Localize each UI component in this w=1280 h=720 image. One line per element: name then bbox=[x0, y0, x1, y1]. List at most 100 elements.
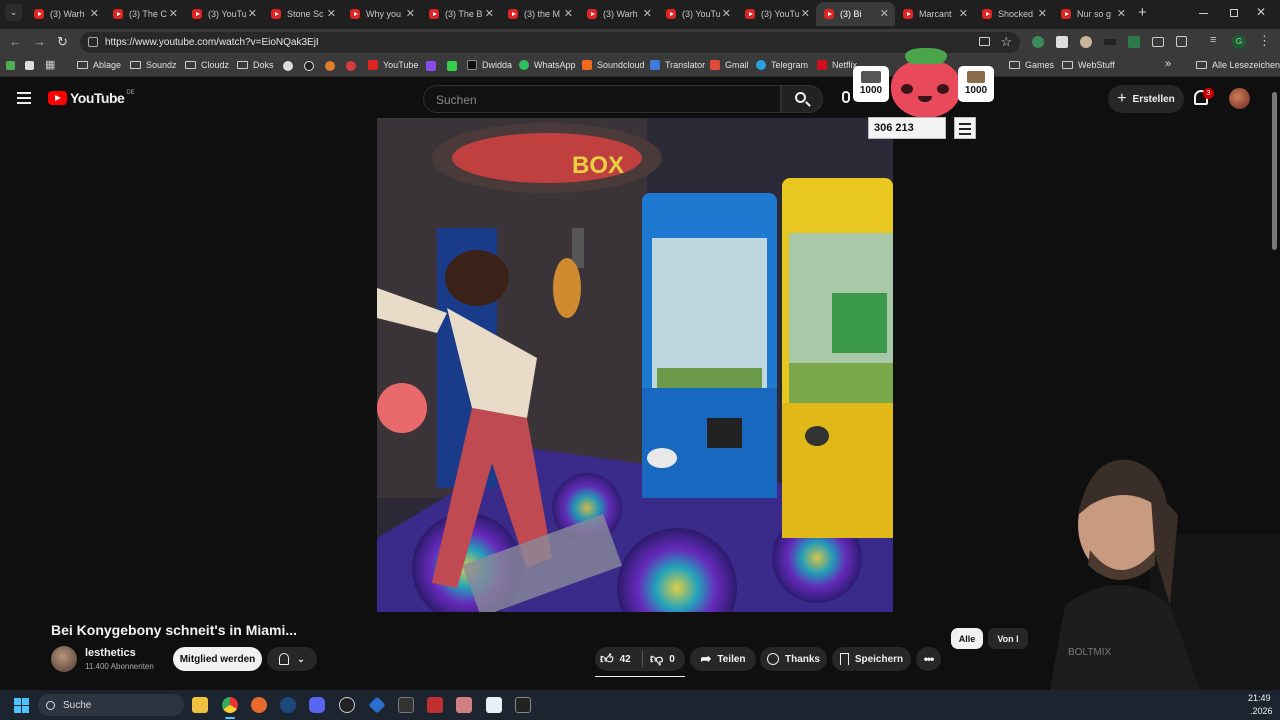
file-explorer-icon[interactable] bbox=[192, 697, 208, 713]
tab-close-icon[interactable]: ✕ bbox=[248, 7, 257, 20]
all-bookmarks[interactable]: Alle Lesezeichen bbox=[1196, 60, 1280, 70]
browser-menu-icon[interactable]: ⋮ bbox=[1258, 33, 1271, 49]
taskbar-search[interactable]: Suche bbox=[38, 694, 184, 716]
forward-icon[interactable]: → bbox=[33, 34, 46, 49]
obs-icon[interactable] bbox=[339, 697, 355, 713]
extension-icon-3[interactable] bbox=[1080, 36, 1092, 48]
windows-start-icon[interactable] bbox=[14, 698, 29, 713]
browser-tab[interactable]: (3) YouTu ✕ bbox=[184, 2, 263, 26]
terminal-icon[interactable] bbox=[515, 697, 531, 713]
channel-name[interactable]: lesthetics bbox=[85, 647, 136, 659]
chip-from-channel[interactable]: Von l bbox=[988, 628, 1028, 649]
audio-app-icon[interactable] bbox=[398, 697, 414, 713]
media-control-icon[interactable]: ≡ bbox=[1210, 34, 1216, 46]
tab-close-icon[interactable]: ✕ bbox=[90, 7, 99, 20]
tab-close-icon[interactable]: ✕ bbox=[485, 7, 494, 20]
browser-tab[interactable]: Shocked ✕ bbox=[974, 2, 1053, 26]
browser-tab[interactable]: Stone Sc ✕ bbox=[263, 2, 342, 26]
bookmark-translator[interactable]: Translator bbox=[650, 60, 705, 70]
browser-tab[interactable]: (3) The B ✕ bbox=[421, 2, 500, 26]
more-actions-button[interactable]: ••• bbox=[916, 647, 941, 671]
channel-avatar[interactable] bbox=[51, 646, 77, 672]
bookmark-icon-c[interactable] bbox=[325, 61, 335, 71]
clock-date[interactable]: .2026 bbox=[1250, 706, 1273, 716]
site-info-icon[interactable] bbox=[88, 37, 98, 47]
tab-close-icon[interactable]: ✕ bbox=[406, 7, 415, 20]
account-avatar[interactable] bbox=[1229, 88, 1250, 109]
install-app-icon[interactable] bbox=[979, 37, 990, 46]
chip-all[interactable]: Alle bbox=[951, 628, 983, 649]
extension-icon-6[interactable] bbox=[1152, 37, 1164, 47]
browser-tab[interactable]: (3) Bi ✕ bbox=[816, 2, 895, 26]
tab-close-icon[interactable]: ✕ bbox=[880, 7, 889, 20]
notes-app-icon[interactable] bbox=[486, 697, 502, 713]
browser-tab[interactable]: (3) Warh ✕ bbox=[579, 2, 658, 26]
browser-tab[interactable]: (3) YouTu ✕ bbox=[737, 2, 816, 26]
extension-icon-4[interactable] bbox=[1104, 39, 1116, 45]
extension-icon-5[interactable] bbox=[1128, 36, 1140, 48]
bookmark-gmail[interactable]: Gmail bbox=[710, 60, 749, 70]
save-button[interactable]: Speichern bbox=[832, 647, 911, 671]
bookmark-games[interactable]: Games bbox=[1009, 60, 1054, 70]
steam-icon[interactable] bbox=[280, 697, 296, 713]
new-tab-button[interactable]: + bbox=[1138, 4, 1147, 21]
clock-time[interactable]: 21:49 bbox=[1248, 693, 1271, 703]
video-player[interactable]: BOX bbox=[377, 118, 893, 612]
discord-icon[interactable] bbox=[309, 697, 325, 713]
bookmarks-overflow-chevron[interactable]: » bbox=[1165, 58, 1171, 70]
bookmark-icon-b[interactable] bbox=[304, 61, 314, 71]
voice-search-icon[interactable] bbox=[842, 91, 850, 103]
extension-icon-2[interactable] bbox=[1056, 36, 1068, 48]
apps-icon-white[interactable] bbox=[25, 61, 34, 70]
app-icon-diamond[interactable] bbox=[368, 696, 386, 714]
tab-close-icon[interactable]: ✕ bbox=[801, 7, 810, 20]
bookmark-star-icon[interactable]: ☆ bbox=[1000, 34, 1012, 50]
close-window-button[interactable]: ✕ bbox=[1256, 5, 1266, 19]
browser-tab[interactable]: Why you ✕ bbox=[342, 2, 421, 26]
image-app-icon[interactable] bbox=[456, 697, 472, 713]
bookmark-icon-kick[interactable] bbox=[447, 61, 457, 71]
browser-tab[interactable]: Nur so g ✕ bbox=[1053, 2, 1132, 26]
bookmark-telegram[interactable]: Telegram bbox=[756, 60, 808, 70]
browser-tab[interactable]: (3) Warh ✕ bbox=[26, 2, 105, 26]
page-scrollbar-thumb[interactable] bbox=[1272, 92, 1277, 250]
browser-tab[interactable]: (3) The C ✕ bbox=[105, 2, 184, 26]
extensions-puzzle-icon[interactable] bbox=[1176, 36, 1187, 47]
tab-search-chevron-icon[interactable]: ⌄ bbox=[5, 4, 22, 21]
apps-grid-icon[interactable]: ▦ bbox=[45, 58, 55, 71]
tab-close-icon[interactable]: ✕ bbox=[169, 7, 178, 20]
red-app-icon[interactable] bbox=[427, 697, 443, 713]
thanks-button[interactable]: Thanks bbox=[760, 647, 827, 671]
search-input[interactable]: Suchen bbox=[423, 85, 781, 113]
tab-close-icon[interactable]: ✕ bbox=[327, 7, 336, 20]
bookmark-icon-twitch[interactable] bbox=[426, 61, 436, 71]
search-button[interactable] bbox=[781, 85, 823, 113]
browser-tab[interactable]: (3) the M ✕ bbox=[500, 2, 579, 26]
reload-icon[interactable]: ↻ bbox=[57, 34, 68, 50]
apps-icon-green[interactable] bbox=[6, 61, 15, 70]
bookmark-webstuff[interactable]: WebStuff bbox=[1062, 60, 1115, 70]
bookmark-youtube[interactable]: YouTube bbox=[368, 60, 418, 70]
tab-close-icon[interactable]: ✕ bbox=[959, 7, 968, 20]
bookmark-icon-a[interactable] bbox=[283, 61, 293, 71]
bookmark-soundz[interactable]: Soundz bbox=[130, 60, 177, 70]
subscription-bell-button[interactable]: ⌄ bbox=[267, 647, 317, 671]
tab-close-icon[interactable]: ✕ bbox=[1038, 7, 1047, 20]
bookmark-ablage[interactable]: Ablage bbox=[77, 60, 121, 70]
tab-close-icon[interactable]: ✕ bbox=[643, 7, 652, 20]
like-button[interactable]: 👍︎ 42 bbox=[600, 651, 631, 667]
bookmark-dwidda[interactable]: Dwidda bbox=[467, 60, 512, 70]
profile-avatar-icon[interactable]: G bbox=[1232, 35, 1246, 49]
minimize-button[interactable] bbox=[1199, 13, 1208, 14]
chrome-icon[interactable] bbox=[222, 697, 238, 713]
bookmark-whatsapp[interactable]: WhatsApp bbox=[519, 60, 576, 70]
create-button[interactable]: + Erstellen bbox=[1108, 85, 1184, 113]
bookmark-doks[interactable]: Doks bbox=[237, 60, 274, 70]
join-button[interactable]: Mitglied werden bbox=[173, 647, 262, 671]
restore-button[interactable] bbox=[1230, 9, 1238, 17]
extension-icon-1[interactable] bbox=[1032, 36, 1044, 48]
youtube-logo[interactable]: YouTube DE bbox=[48, 90, 135, 106]
bookmark-icon-y[interactable] bbox=[346, 61, 356, 71]
tab-close-icon[interactable]: ✕ bbox=[1117, 7, 1126, 20]
tab-close-icon[interactable]: ✕ bbox=[722, 7, 731, 20]
